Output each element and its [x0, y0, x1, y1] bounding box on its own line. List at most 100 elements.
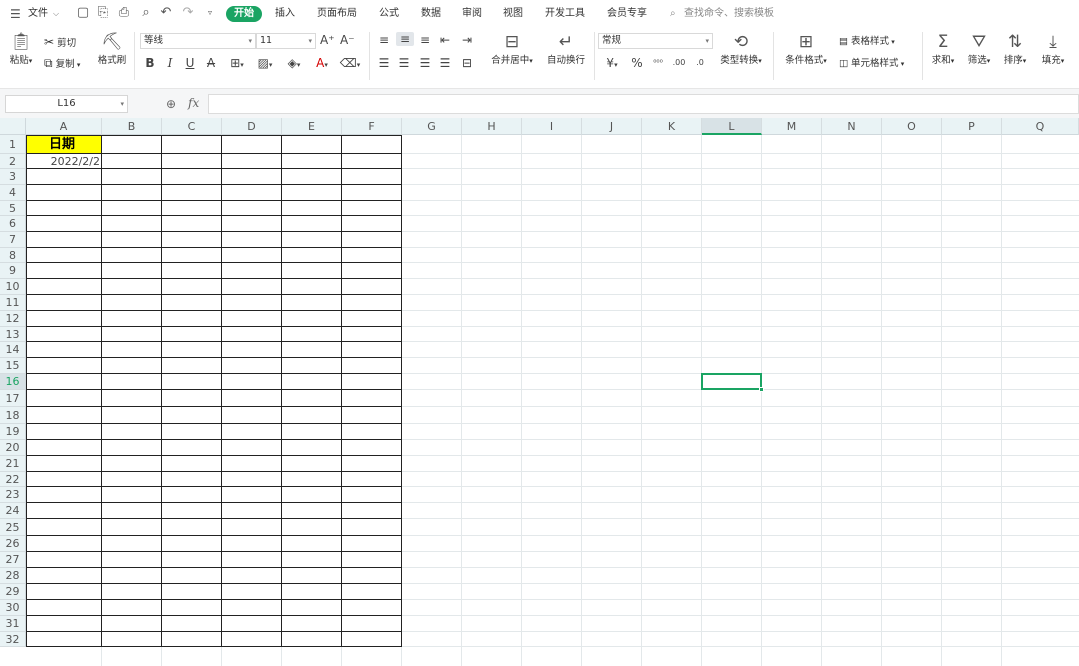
cell-a2[interactable]: 2022/2/2 — [26, 154, 102, 169]
row-header-14[interactable]: 14 — [0, 342, 26, 358]
font-size-select[interactable]: 11 ▾ — [256, 33, 316, 49]
row-header-24[interactable]: 24 — [0, 503, 26, 519]
tab-formulas[interactable]: 公式 — [379, 6, 399, 22]
print-preview-icon[interactable]: ⌕ — [139, 6, 153, 20]
file-menu-chevron-icon[interactable]: ⌵ — [53, 6, 59, 22]
cut-button[interactable]: ✂ 剪切 — [44, 36, 76, 50]
bold-button[interactable]: B — [144, 56, 156, 70]
active-cell-selection[interactable] — [701, 373, 762, 390]
underline-button[interactable]: U — [184, 56, 196, 70]
fill-color-icon[interactable]: ◈▾ — [283, 56, 305, 72]
column-header-q[interactable]: Q — [1002, 118, 1079, 135]
font-name-select[interactable]: 等线 ▾ — [140, 33, 256, 49]
column-header-n[interactable]: N — [822, 118, 882, 135]
row-header-19[interactable]: 19 — [0, 424, 26, 440]
row-header-28[interactable]: 28 — [0, 568, 26, 584]
auto-wrap-button[interactable]: ↵ 自动换行 — [543, 32, 589, 66]
worksheet-grid[interactable]: ABCDEFGHIJKLMNOPQ 1 2 3 4 5 6 7 8 9 10 11 12 13 14 15 1… — [0, 118, 1079, 666]
cell-a1[interactable]: 日期 — [27, 136, 101, 153]
row-header-23[interactable]: 23 — [0, 487, 26, 503]
row-header-32[interactable]: 32 — [0, 632, 26, 647]
column-header-e[interactable]: E — [282, 118, 342, 135]
row-header-9[interactable]: 9 — [0, 263, 26, 279]
row-header-21[interactable]: 21 — [0, 456, 26, 472]
format-painter-button[interactable]: ⛏︎ 格式刷 — [96, 32, 128, 66]
column-header-j[interactable]: J — [582, 118, 642, 135]
justify-icon[interactable]: ☰ — [438, 56, 452, 70]
hamburger-icon[interactable]: ☰ — [10, 6, 21, 22]
row-header-17[interactable]: 17 — [0, 390, 26, 407]
copy-button[interactable]: ⧉ 复制 ▾ — [44, 57, 80, 71]
type-convert-button[interactable]: ⟲ 类型转换▾ — [715, 32, 767, 66]
column-header-m[interactable]: M — [762, 118, 822, 135]
tab-page-layout[interactable]: 页面布局 — [317, 6, 357, 22]
column-header-o[interactable]: O — [882, 118, 942, 135]
column-header-i[interactable]: I — [522, 118, 582, 135]
row-header-12[interactable]: 12 — [0, 311, 26, 327]
paste-button[interactable]: 📋︎ 粘贴▾ — [6, 32, 36, 66]
insert-function-button[interactable]: fx — [188, 96, 199, 110]
row-header-15[interactable]: 15 — [0, 358, 26, 374]
select-all-corner[interactable] — [0, 118, 26, 135]
row-header-1[interactable]: 1 — [0, 135, 26, 154]
row-header-25[interactable]: 25 — [0, 519, 26, 536]
align-bottom-icon[interactable]: ≡ — [418, 33, 432, 47]
tab-insert[interactable]: 插入 — [275, 6, 295, 22]
row-header-22[interactable]: 22 — [0, 472, 26, 487]
tab-member[interactable]: 会员专享 — [607, 6, 647, 22]
number-format-select[interactable]: 常规 ▾ — [598, 33, 713, 49]
align-middle-icon[interactable]: ≡ — [396, 32, 414, 46]
filter-button[interactable]: ⛛ 筛选▾ — [964, 32, 994, 66]
align-center-icon[interactable]: ☰ — [397, 56, 411, 70]
column-header-b[interactable]: B — [102, 118, 162, 135]
increase-font-size-icon[interactable]: A⁺ — [320, 33, 335, 47]
sort-button[interactable]: ⇅ 排序▾ — [1000, 32, 1030, 66]
column-header-h[interactable]: H — [462, 118, 522, 135]
print-icon[interactable]: ⎙ — [117, 6, 131, 20]
border-icon[interactable]: ⊞▾ — [226, 56, 248, 72]
row-header-7[interactable]: 7 — [0, 232, 26, 248]
zoom-icon[interactable]: ⊕ — [166, 97, 176, 111]
row-header-10[interactable]: 10 — [0, 279, 26, 295]
percent-button[interactable]: % — [630, 56, 644, 70]
formula-input[interactable] — [208, 94, 1079, 114]
save-icon[interactable]: ▢ — [76, 6, 90, 20]
row-header-13[interactable]: 13 — [0, 327, 26, 342]
strikethrough-button[interactable]: A — [205, 56, 217, 70]
tab-home[interactable]: 开始 — [226, 6, 262, 22]
undo-icon[interactable]: ↶ — [159, 6, 173, 20]
quick-access-more-icon[interactable]: ▿ — [203, 6, 217, 20]
fill-pattern-icon[interactable]: ▨▾ — [254, 56, 276, 72]
row-header-6[interactable]: 6 — [0, 216, 26, 232]
column-header-p[interactable]: P — [942, 118, 1002, 135]
row-header-2[interactable]: 2 — [0, 154, 26, 169]
currency-button[interactable]: ¥▾ — [603, 56, 621, 72]
row-header-31[interactable]: 31 — [0, 616, 26, 632]
column-header-f[interactable]: F — [342, 118, 402, 135]
tab-view[interactable]: 视图 — [503, 6, 523, 22]
italic-button[interactable]: I — [164, 56, 176, 70]
row-header-20[interactable]: 20 — [0, 440, 26, 456]
column-header-k[interactable]: K — [642, 118, 702, 135]
column-header-c[interactable]: C — [162, 118, 222, 135]
row-header-11[interactable]: 11 — [0, 295, 26, 311]
row-header-29[interactable]: 29 — [0, 584, 26, 600]
row-header-30[interactable]: 30 — [0, 600, 26, 616]
conditional-format-button[interactable]: ⊞ 条件格式▾ — [781, 32, 831, 66]
tab-data[interactable]: 数据 — [421, 6, 441, 22]
tab-developer[interactable]: 开发工具 — [545, 6, 585, 22]
font-color-icon[interactable]: A▾ — [311, 56, 333, 72]
row-header-4[interactable]: 4 — [0, 185, 26, 201]
row-header-27[interactable]: 27 — [0, 552, 26, 568]
row-header-16[interactable]: 16 — [0, 374, 26, 390]
decrease-decimal-icon[interactable]: .0 — [692, 56, 708, 70]
decrease-indent-icon[interactable]: ⇤ — [438, 33, 452, 47]
column-header-a[interactable]: A — [26, 118, 102, 135]
decrease-font-size-icon[interactable]: A⁻ — [340, 33, 355, 47]
tab-review[interactable]: 审阅 — [462, 6, 482, 22]
thousands-separator-icon[interactable]: ⁰⁰⁰ — [650, 56, 666, 70]
name-box[interactable]: L16 ▾ — [5, 95, 128, 113]
clear-format-icon[interactable]: ⌫▾ — [339, 56, 361, 72]
fill-handle[interactable] — [759, 387, 764, 392]
row-header-5[interactable]: 5 — [0, 201, 26, 216]
